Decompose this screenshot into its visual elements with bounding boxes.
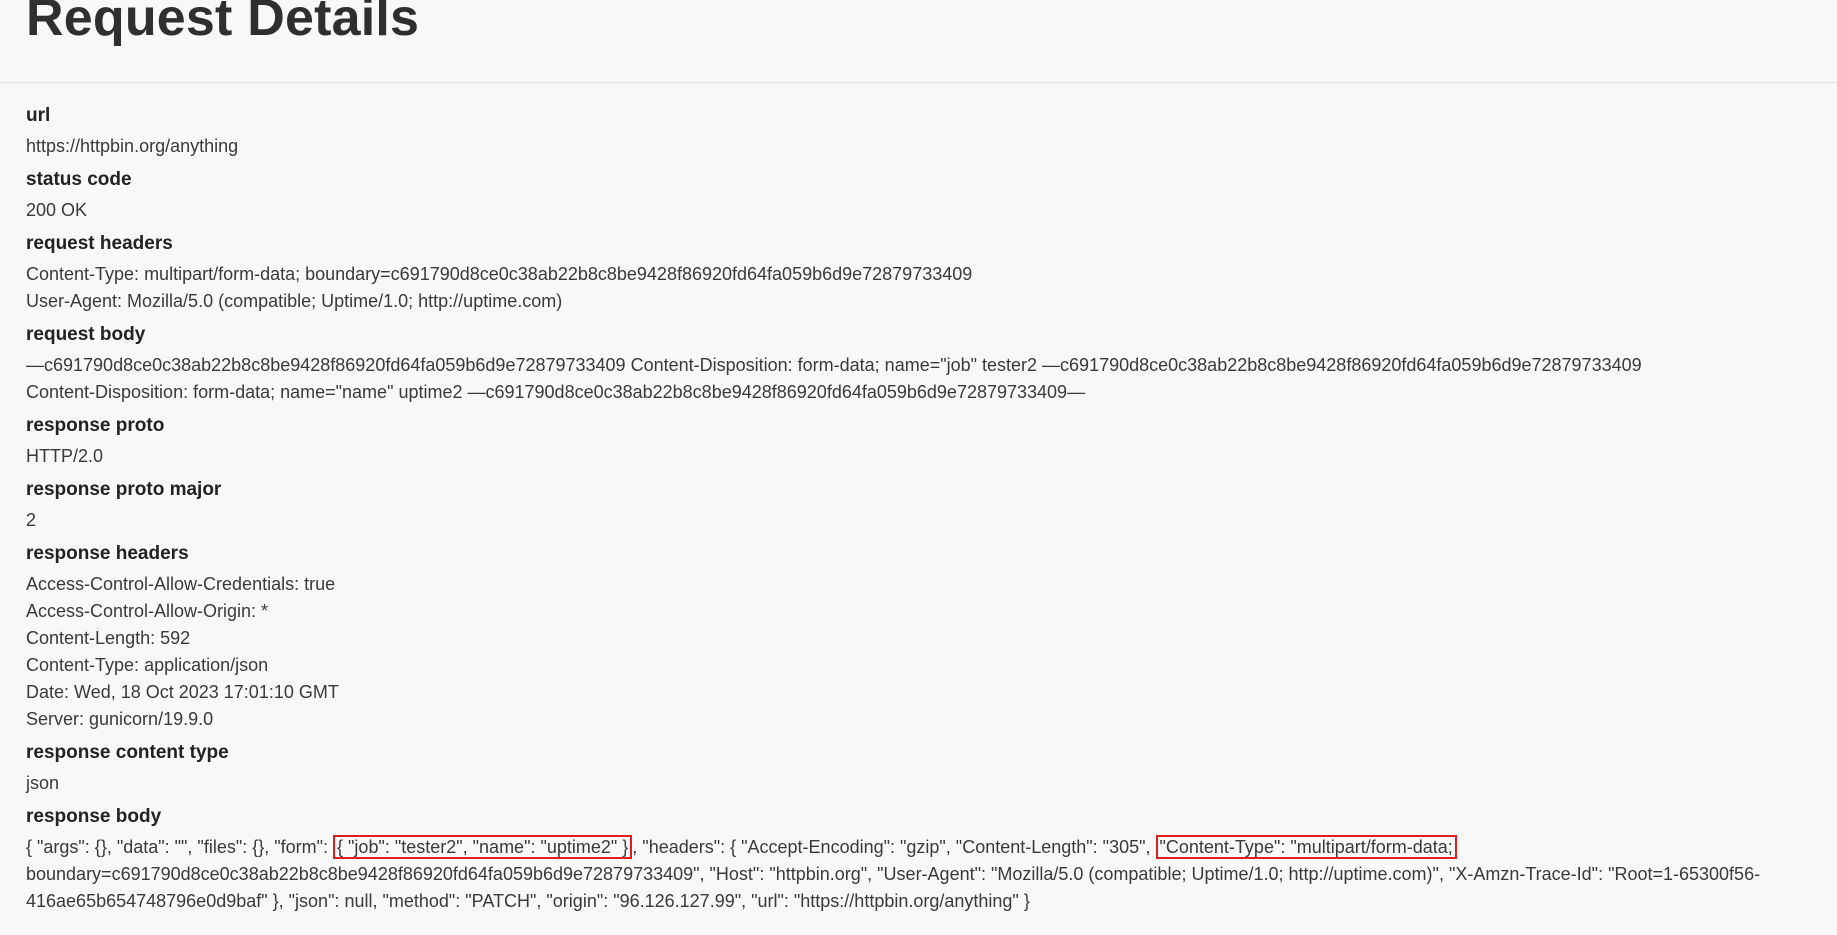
response-header-line: Access-Control-Allow-Origin: * bbox=[26, 601, 269, 621]
request-body-line: Content-Disposition: form-data; name="na… bbox=[26, 382, 1086, 402]
request-header-line: Content-Type: multipart/form-data; bound… bbox=[26, 264, 973, 284]
response-body-text: { "args": {}, "data": "", "files": {}, "… bbox=[26, 837, 334, 857]
request-body-value: —c691790d8ce0c38ab22b8c8be9428f86920fd64… bbox=[26, 352, 1811, 406]
request-header-line: User-Agent: Mozilla/5.0 (compatible; Upt… bbox=[26, 291, 563, 311]
response-proto-major-label: response proto major bbox=[26, 479, 222, 500]
status-code-field: status code 200 OK bbox=[26, 168, 1811, 224]
response-content-type-label: response content type bbox=[26, 742, 229, 763]
response-header-line: Content-Length: 592 bbox=[26, 628, 191, 648]
request-headers-value: Content-Type: multipart/form-data; bound… bbox=[26, 261, 1811, 315]
request-details: url https://httpbin.org/anything status … bbox=[0, 83, 1837, 915]
response-proto-value: HTTP/2.0 bbox=[26, 446, 104, 466]
url-label: url bbox=[26, 105, 51, 126]
status-code-value: 200 OK bbox=[26, 200, 88, 220]
response-body-label: response body bbox=[26, 806, 162, 827]
response-headers-field: response headers Access-Control-Allow-Cr… bbox=[26, 542, 1811, 733]
content-type-highlight-box: "Content-Type": "multipart/form-data; bbox=[1155, 835, 1457, 859]
url-value: https://httpbin.org/anything bbox=[26, 136, 239, 156]
response-body-text: , "headers": { "Accept-Encoding": "gzip"… bbox=[632, 837, 1156, 857]
response-header-line: Content-Type: application/json bbox=[26, 655, 269, 675]
response-body-value: { "args": {}, "data": "", "files": {}, "… bbox=[26, 834, 1811, 915]
response-proto-field: response proto HTTP/2.0 bbox=[26, 414, 1811, 470]
response-proto-label: response proto bbox=[26, 415, 165, 436]
request-body-label: request body bbox=[26, 324, 146, 345]
response-body-text: boundary=c691790d8ce0c38ab22b8c8be9428f8… bbox=[26, 864, 1761, 911]
request-headers-field: request headers Content-Type: multipart/… bbox=[26, 232, 1811, 315]
response-body-field: response body { "args": {}, "data": "", … bbox=[26, 805, 1811, 915]
request-body-field: request body —c691790d8ce0c38ab22b8c8be9… bbox=[26, 323, 1811, 406]
url-field: url https://httpbin.org/anything bbox=[26, 104, 1811, 160]
response-header-line: Date: Wed, 18 Oct 2023 17:01:10 GMT bbox=[26, 682, 339, 702]
response-content-type-field: response content type json bbox=[26, 741, 1811, 797]
request-headers-label: request headers bbox=[26, 233, 173, 254]
request-body-line: —c691790d8ce0c38ab22b8c8be9428f86920fd64… bbox=[26, 355, 1642, 375]
response-proto-major-value: 2 bbox=[26, 510, 37, 530]
page-header: Request Details bbox=[0, 0, 1837, 83]
form-highlight-box: { "job": "tester2", "name": "uptime2" } bbox=[333, 835, 633, 859]
response-content-type-value: json bbox=[26, 773, 60, 793]
response-header-line: Server: gunicorn/19.9.0 bbox=[26, 709, 214, 729]
status-code-label: status code bbox=[26, 169, 132, 190]
response-headers-value: Access-Control-Allow-Credentials: true A… bbox=[26, 571, 1811, 733]
response-proto-major-field: response proto major 2 bbox=[26, 478, 1811, 534]
response-headers-label: response headers bbox=[26, 543, 189, 564]
response-header-line: Access-Control-Allow-Credentials: true bbox=[26, 574, 336, 594]
page-title: Request Details bbox=[26, 0, 420, 47]
